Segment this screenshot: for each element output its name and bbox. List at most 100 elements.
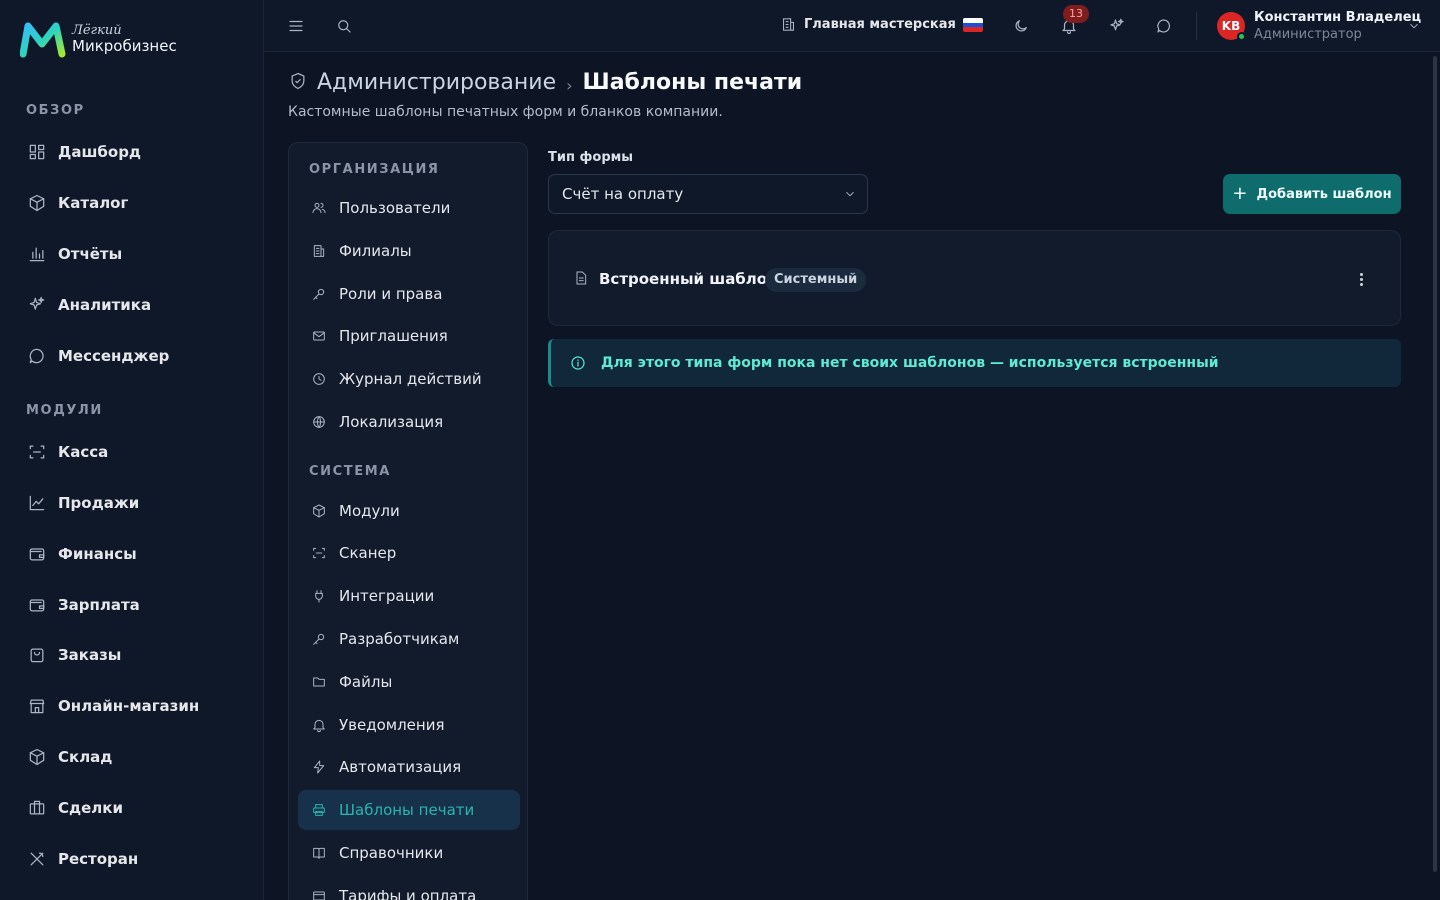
- settings-item-label: Роли и права: [339, 285, 443, 303]
- settings-item-label: Приглашения: [339, 327, 448, 345]
- settings-item-roles[interactable]: Роли и права: [298, 274, 520, 314]
- settings-item-label: Модули: [339, 502, 400, 520]
- template-card[interactable]: Встроенный шаблон Системный: [548, 230, 1401, 326]
- branch-selector[interactable]: Главная мастерская: [780, 16, 956, 33]
- settings-item-label: Справочники: [339, 844, 444, 862]
- user-name[interactable]: Константин Владелец: [1254, 10, 1421, 25]
- sidebar-item-finance[interactable]: Финансы: [26, 542, 137, 566]
- sidebar-item-label: Финансы: [58, 545, 137, 563]
- settings-item-label: Уведомления: [339, 716, 445, 734]
- sidebar-item-payroll[interactable]: Зарплата: [26, 593, 140, 617]
- catalog-icon: [26, 192, 48, 214]
- logo-name: Микробизнес: [72, 37, 177, 55]
- logo-tagline: Лёгкий: [72, 23, 122, 38]
- chat-icon[interactable]: [1152, 14, 1176, 38]
- book-icon: [311, 844, 329, 862]
- sidebar-item-label: Каталог: [58, 194, 129, 212]
- sidebar-item-cashdesk[interactable]: Касса: [26, 440, 108, 464]
- settings-item-branches[interactable]: Филиалы: [298, 231, 520, 271]
- sidebar-item-deals[interactable]: Сделки: [26, 796, 123, 820]
- sidebar-section-overview: ОБЗОР: [26, 103, 85, 118]
- sidebar-item-dashboard[interactable]: Дашборд: [26, 140, 141, 164]
- utensils-icon: [26, 848, 48, 870]
- settings-item-label: Локализация: [339, 413, 444, 431]
- more-vertical-icon[interactable]: [1351, 269, 1371, 289]
- logo-mark-icon: [20, 22, 66, 58]
- settings-nav: ОРГАНИЗАЦИЯ Пользователи Филиалы Роли и …: [288, 142, 528, 900]
- settings-section-organization: ОРГАНИЗАЦИЯ: [309, 162, 440, 177]
- language-flag-icon[interactable]: [963, 18, 983, 32]
- settings-item-label: Файлы: [339, 673, 393, 691]
- box-icon: [311, 502, 329, 520]
- settings-item-automation[interactable]: Автоматизация: [298, 747, 520, 787]
- sidebar-item-sales[interactable]: Продажи: [26, 491, 139, 515]
- form-type-select[interactable]: Счёт на оплату: [548, 174, 868, 214]
- branch-name: Главная мастерская: [804, 17, 956, 32]
- chevron-down-icon[interactable]: [1407, 18, 1421, 37]
- info-alert: Для этого типа форм пока нет своих шабло…: [548, 339, 1401, 387]
- form-type-value: Счёт на оплату: [562, 185, 684, 203]
- plug-icon: [311, 587, 329, 605]
- settings-item-billing[interactable]: Тарифы и оплата: [298, 876, 520, 900]
- shield-icon: [288, 71, 308, 95]
- settings-item-notifications[interactable]: Уведомления: [298, 705, 520, 745]
- sidebar-item-label: Ресторан: [58, 850, 139, 868]
- settings-item-localization[interactable]: Локализация: [298, 402, 520, 442]
- settings-item-integrations[interactable]: Интеграции: [298, 576, 520, 616]
- mail-icon: [311, 327, 329, 345]
- sidebar-item-restaurant[interactable]: Ресторан: [26, 847, 138, 871]
- template-name: Встроенный шаблон: [599, 270, 778, 288]
- page-title: Шаблоны печати: [582, 70, 803, 95]
- key-icon: [311, 285, 329, 303]
- building-icon: [311, 242, 329, 260]
- settings-item-label: Шаблоны печати: [339, 801, 475, 819]
- sparkles-icon[interactable]: [1105, 14, 1129, 38]
- settings-item-audit-log[interactable]: Журнал действий: [298, 359, 520, 399]
- breadcrumb-parent[interactable]: Администрирование: [317, 70, 556, 95]
- wallet-icon: [26, 543, 48, 565]
- printer-icon: [311, 801, 329, 819]
- form-type-label: Тип формы: [548, 150, 634, 165]
- briefcase-icon: [26, 797, 48, 819]
- sidebar-item-catalog[interactable]: Каталог: [26, 191, 128, 215]
- settings-item-label: Филиалы: [339, 242, 412, 260]
- add-template-button[interactable]: + Добавить шаблон: [1223, 174, 1401, 214]
- sidebar-item-label: Аналитика: [58, 296, 152, 314]
- sidebar-item-label: Отчёты: [58, 245, 123, 263]
- menu-icon[interactable]: [284, 14, 308, 38]
- settings-item-modules[interactable]: Модули: [298, 491, 520, 531]
- shopping-bag-icon: [26, 644, 48, 666]
- sidebar-item-analytics[interactable]: Аналитика: [26, 293, 151, 317]
- sidebar-item-messenger[interactable]: Мессенджер: [26, 344, 169, 368]
- wallet-icon: [26, 594, 48, 616]
- top-bar: Главная мастерская 13 KB Константин Влад…: [264, 0, 1440, 52]
- sidebar-item-reports[interactable]: Отчёты: [26, 242, 122, 266]
- building-icon: [783, 18, 794, 31]
- settings-item-users[interactable]: Пользователи: [298, 188, 520, 228]
- card-icon: [311, 887, 329, 900]
- settings-item-invitations[interactable]: Приглашения: [298, 316, 520, 356]
- moon-icon[interactable]: [1009, 14, 1033, 38]
- page-scrollbar[interactable]: [1433, 56, 1437, 872]
- settings-item-scanner[interactable]: Сканер: [298, 533, 520, 573]
- settings-item-label: Автоматизация: [339, 758, 462, 776]
- sidebar-item-warehouse[interactable]: Склад: [26, 745, 112, 769]
- settings-item-files[interactable]: Файлы: [298, 662, 520, 702]
- settings-item-print-templates[interactable]: Шаблоны печати: [298, 790, 520, 830]
- sidebar-section-modules: МОДУЛИ: [26, 403, 103, 418]
- sidebar-item-online-store[interactable]: Онлайн-магазин: [26, 694, 199, 718]
- folder-icon: [311, 673, 329, 691]
- system-badge: Системный: [765, 268, 867, 292]
- settings-item-label: Сканер: [339, 544, 397, 562]
- settings-item-developers[interactable]: Разработчикам: [298, 619, 520, 659]
- app-logo[interactable]: Лёгкий Микробизнес: [20, 20, 177, 58]
- sidebar-item-orders[interactable]: Заказы: [26, 643, 121, 667]
- sidebar-item-label: Зарплата: [58, 596, 140, 614]
- sidebar-item-label: Склад: [58, 748, 113, 766]
- settings-item-label: Интеграции: [339, 587, 435, 605]
- user-role: Администратор: [1254, 27, 1362, 42]
- search-icon[interactable]: [332, 14, 356, 38]
- main-sidebar: Лёгкий Микробизнес ОБЗОР Дашборд Каталог…: [0, 0, 264, 900]
- breadcrumb-separator: ›: [566, 76, 573, 95]
- settings-item-directories[interactable]: Справочники: [298, 833, 520, 873]
